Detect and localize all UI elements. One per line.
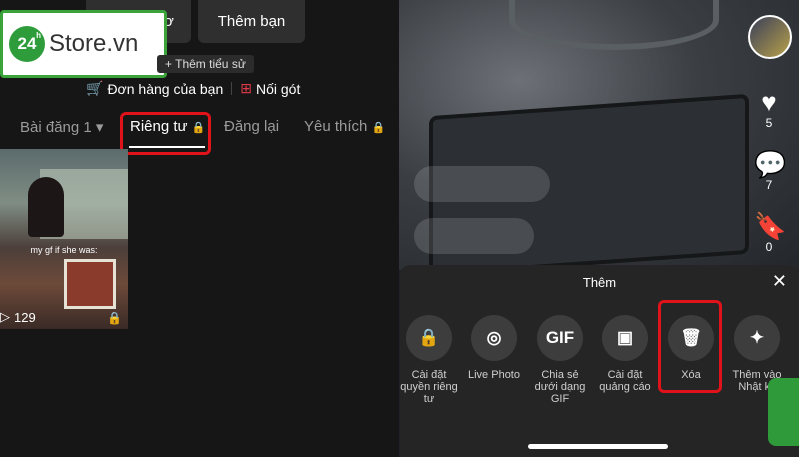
option-label: Cài đặt quyền riêng tư <box>400 369 458 405</box>
sheet-title: Thêm <box>582 275 617 290</box>
store-logo: 24 h Store.vn <box>0 10 167 78</box>
ad-settings-option[interactable]: ▣ Cài đặt quảng cáo <box>594 315 656 393</box>
thumbnail-frame <box>64 259 116 309</box>
comment-button[interactable]: 💬 7 <box>754 149 787 192</box>
bookmark-icon: 🔖 <box>754 211 787 241</box>
tab-posts[interactable]: Bài đăng 1 ▾ <box>20 118 103 136</box>
video-background <box>399 0 799 277</box>
privacy-settings-option[interactable]: 🔒 Cài đặt quyền riêng tư <box>398 315 460 405</box>
profile-panel: Sửa hồ sơ Thêm bạn 24h Store.vn + Thêm t… <box>0 0 399 457</box>
heart-icon: ♥ <box>761 87 777 117</box>
add-bio-button[interactable]: + Thêm tiểu sử <box>157 55 254 73</box>
comment-icon: 💬 <box>754 149 787 179</box>
lock-icon: 🔒 <box>371 122 386 134</box>
more-sheet: Thêm ✕ 🔒 Cài đặt quyền riêng tư ◎ Live P… <box>400 265 799 457</box>
plus-box-icon: ⊞ <box>240 80 252 96</box>
home-indicator <box>528 444 668 449</box>
profile-links: 🛒 Đơn hàng của bạn ⊞ Nối gót <box>86 80 300 97</box>
live-photo-option[interactable]: ◎ Live Photo <box>463 315 525 381</box>
chair-shape <box>509 0 719 50</box>
feature-link[interactable]: Nối gót <box>256 81 300 97</box>
gif-icon: GIF <box>537 315 583 361</box>
avatar[interactable] <box>748 15 792 59</box>
blurred-comment <box>414 166 550 202</box>
like-count: 5 <box>765 116 773 130</box>
lock-icon: 🔒 <box>406 315 452 361</box>
share-gif-option[interactable]: GIF Chia sẻ dưới dạng GIF <box>529 315 591 405</box>
like-button[interactable]: ♥ 5 <box>754 88 784 130</box>
save-count: 0 <box>765 240 773 254</box>
option-label: Cài đặt quảng cáo <box>599 369 651 393</box>
video-caption: my gf if she was: <box>30 245 98 255</box>
close-icon[interactable]: ✕ <box>772 271 787 292</box>
ad-settings-icon: ▣ <box>602 315 648 361</box>
logo-text: Store.vn <box>49 30 139 57</box>
cart-icon: 🛒 <box>86 80 104 96</box>
divider <box>231 82 233 95</box>
add-friend-button[interactable]: Thêm bạn <box>198 0 305 43</box>
tab-favorites[interactable]: Yêu thích 🔒 <box>304 118 385 135</box>
sparkle-icon: ✦ <box>734 315 780 361</box>
orders-link[interactable]: Đơn hàng của bạn <box>107 81 223 97</box>
highlight-box <box>120 112 211 155</box>
play-icon: ▷ <box>0 309 10 324</box>
option-label: Live Photo <box>468 369 520 381</box>
save-button[interactable]: 🔖 0 <box>754 211 787 254</box>
chevron-down-icon: ▾ <box>95 119 104 136</box>
tab-reposts[interactable]: Đăng lại <box>224 118 279 135</box>
view-count: ▷ 129 <box>0 309 36 325</box>
comment-count: 7 <box>765 178 773 192</box>
lock-icon: 🔒 <box>107 311 122 325</box>
screenshot: Sửa hồ sơ Thêm bạn 24h Store.vn + Thêm t… <box>0 0 799 457</box>
option-label: Chia sẻ dưới dạng GIF <box>534 369 586 405</box>
video-thumbnail[interactable]: my gf if she was: ▷ 129 🔒 <box>0 149 128 329</box>
blurred-comment <box>414 218 534 254</box>
thumbnail-person <box>28 177 64 237</box>
logo-badge: 24 h <box>9 26 45 62</box>
live-photo-icon: ◎ <box>471 315 517 361</box>
side-tab[interactable] <box>768 378 799 446</box>
highlight-box <box>658 300 722 393</box>
